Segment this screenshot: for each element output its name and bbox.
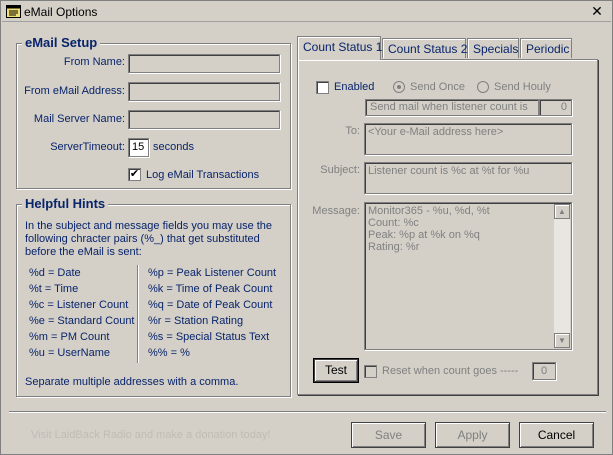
enabled-label: Enabled <box>334 81 375 93</box>
hint-right-item: %% = % <box>148 347 190 359</box>
enabled-checkbox[interactable] <box>316 81 329 94</box>
test-button[interactable]: Test <box>314 359 358 382</box>
hint-right-item: %r = Station Rating <box>148 315 244 327</box>
tab-specials[interactable]: Specials <box>467 38 519 58</box>
radio-selected-dot <box>397 85 401 89</box>
hint-right-item: %s = Special Status Text <box>148 331 270 343</box>
window-title: eMail Options <box>24 5 98 19</box>
log-transactions-checkbox[interactable]: ✔ <box>128 168 141 181</box>
server-timeout-label: ServerTimeout: <box>50 141 125 153</box>
server-timeout-field[interactable]: 15 <box>128 138 149 157</box>
hint-right-item: %q = Date of Peak Count <box>148 299 273 311</box>
hint-left-item: %d = Date <box>29 267 81 279</box>
title-bar: eMail Options ✕ <box>2 2 611 22</box>
from-email-field[interactable] <box>128 82 280 101</box>
message-label: Message: <box>312 205 360 217</box>
hints-intro-line-2: following chracter pairs (%_) that get s… <box>25 233 260 245</box>
log-transactions-label: Log eMail Transactions <box>146 169 260 181</box>
save-button[interactable]: Save <box>351 422 426 448</box>
hints-column-divider <box>137 265 139 363</box>
send-hourly-label: Send Houly <box>494 81 551 93</box>
hint-left-item: %m = PM Count <box>29 331 110 343</box>
send-when-text: Send mail when listener count is <box>365 99 539 116</box>
hint-left-item: %c = Listener Count <box>29 299 129 311</box>
reset-label: Reset when count goes ----- <box>382 365 519 377</box>
from-name-label: From Name: <box>63 56 125 68</box>
hint-left-item: %u = UserName <box>29 347 111 359</box>
apply-button[interactable]: Apply <box>435 422 510 448</box>
donation-link[interactable]: Visit LaidBack Radio and make a donation… <box>31 429 271 441</box>
cancel-button[interactable]: Cancel <box>519 422 594 448</box>
send-hourly-radio[interactable] <box>477 81 489 93</box>
hint-right-item: %p = Peak Listener Count <box>148 267 277 279</box>
from-email-label: From eMail Address: <box>24 85 125 97</box>
scroll-down-icon[interactable]: ▼ <box>554 333 570 348</box>
mail-server-field[interactable] <box>128 110 280 129</box>
subject-label: Subject: <box>320 164 360 176</box>
hints-footer: Separate multiple addresses with a comma… <box>25 376 239 388</box>
footer-separator <box>9 411 606 413</box>
reset-checkbox[interactable] <box>364 365 377 378</box>
email-setup-title: eMail Setup <box>22 35 101 50</box>
send-once-label: Send Once <box>410 81 466 93</box>
email-options-window: eMail Options ✕ eMail Setup From Name: F… <box>0 0 613 455</box>
hint-left-item: %t = Time <box>29 283 79 295</box>
from-name-field[interactable] <box>128 54 280 73</box>
listener-count-field[interactable]: 0 <box>539 99 572 116</box>
to-label: To: <box>345 125 360 137</box>
notepad-icon <box>6 5 21 18</box>
scroll-up-icon[interactable]: ▲ <box>554 204 570 219</box>
to-field[interactable]: <Your e-Mail address here> <box>364 123 572 155</box>
tab-count-status-1[interactable]: Count Status 1 <box>297 36 382 60</box>
send-once-radio[interactable] <box>393 81 405 93</box>
tab-count-status-2[interactable]: Count Status 2 <box>382 38 467 58</box>
reset-count-field[interactable]: 0 <box>532 362 556 380</box>
hint-right-item: %k = Time of Peak Count <box>148 283 273 295</box>
tab-periodic[interactable]: Periodic <box>520 38 572 58</box>
hints-intro-line-1: In the subject and message fields you ma… <box>25 220 273 232</box>
message-field[interactable]: Monitor365 - %u, %d, %t Count: %c Peak: … <box>364 202 572 350</box>
subject-field[interactable]: Listener count is %c at %t for %u <box>364 162 572 194</box>
hint-left-item: %e = Standard Count <box>29 315 135 327</box>
mail-server-label: Mail Server Name: <box>33 113 125 125</box>
helpful-hints-title: Helpful Hints <box>22 196 109 211</box>
seconds-label: seconds <box>153 141 194 153</box>
message-scrollbar[interactable] <box>554 204 570 348</box>
close-button[interactable]: ✕ <box>589 4 605 19</box>
hints-intro-line-3: before the eMail is sent: <box>25 246 142 258</box>
